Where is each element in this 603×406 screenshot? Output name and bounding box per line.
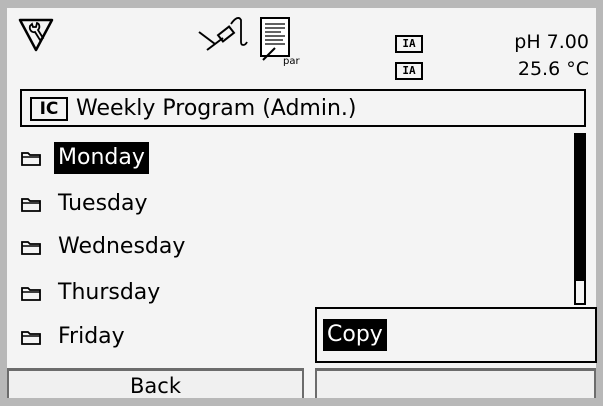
parameter-document-icon: par xyxy=(260,17,300,67)
day-label: Monday xyxy=(54,142,149,174)
context-menu-popup: Copy xyxy=(315,307,597,363)
list-item-wednesday[interactable]: Wednesday xyxy=(20,229,189,265)
scroll-thumb[interactable] xyxy=(576,135,584,282)
day-label: Friday xyxy=(58,324,125,349)
folder-icon xyxy=(21,331,41,345)
ic-badge: IC xyxy=(30,97,68,121)
list-item-thursday[interactable]: Thursday xyxy=(20,275,164,311)
day-label: Tuesday xyxy=(58,191,148,216)
menu-title-bar: IC Weekly Program (Admin.) xyxy=(20,89,586,127)
list-scrollbar[interactable] xyxy=(574,133,586,305)
par-label: par xyxy=(283,56,300,67)
list-item-tuesday[interactable]: Tuesday xyxy=(20,186,152,222)
temperature-reading: 25.6 °C xyxy=(517,58,589,80)
ph-reading: pH 7.00 xyxy=(514,31,589,53)
copy-menu-item[interactable]: Copy xyxy=(323,319,387,351)
back-softkey[interactable]: Back xyxy=(7,368,304,398)
folder-icon xyxy=(21,198,41,212)
page-title: Weekly Program (Admin.) xyxy=(76,96,357,121)
ia-badge-2: IA xyxy=(395,62,423,80)
day-label: Wednesday xyxy=(58,234,186,259)
folder-icon xyxy=(21,152,41,166)
ia-badge-1: IA xyxy=(395,35,423,53)
list-item-monday[interactable]: Monday xyxy=(20,140,149,176)
day-label: Thursday xyxy=(58,280,161,305)
maintenance-wrench-icon xyxy=(18,18,54,52)
folder-icon xyxy=(21,287,41,301)
folder-icon xyxy=(21,241,41,255)
list-item-friday[interactable]: Friday xyxy=(20,319,129,355)
right-softkey[interactable] xyxy=(315,368,596,398)
